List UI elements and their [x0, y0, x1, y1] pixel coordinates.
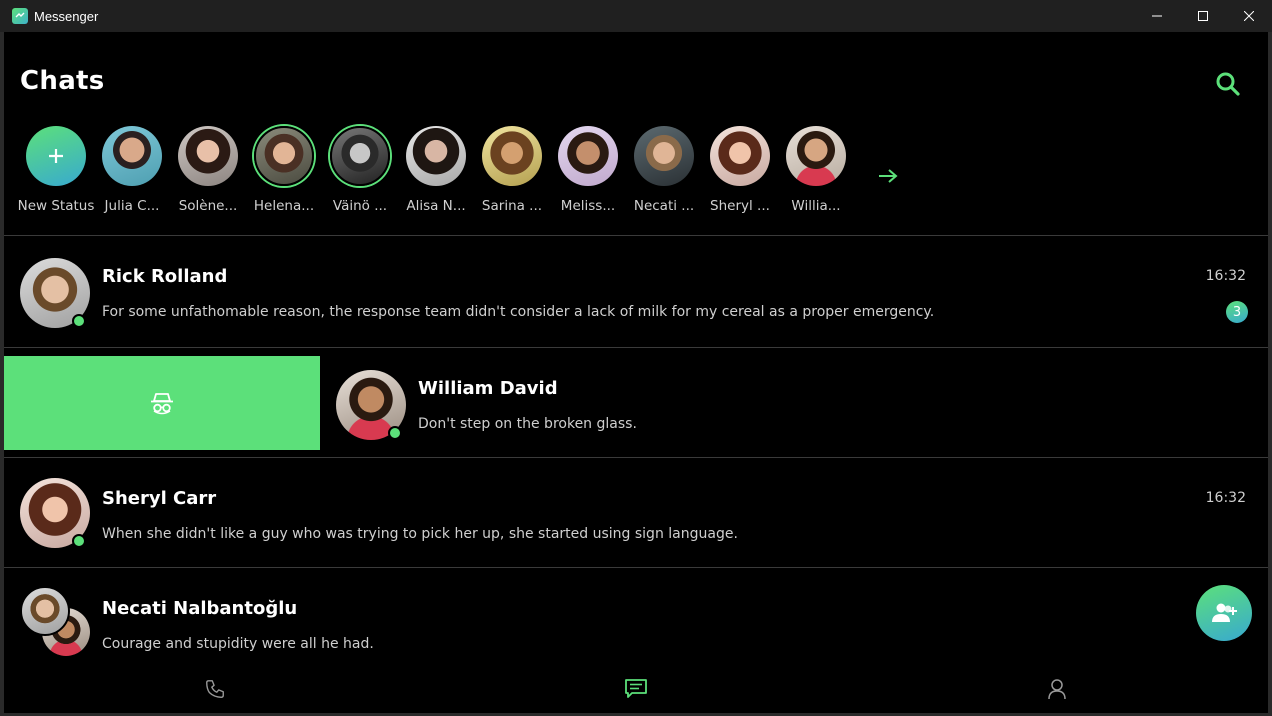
chat-row-necati-nalbantoglu[interactable]: Necati Nalbantoğlu Courage and stupidity… [4, 568, 1268, 678]
arrow-right-icon [879, 169, 898, 183]
search-icon [1216, 72, 1240, 96]
story-new-status[interactable]: New Status [18, 126, 94, 214]
nav-calls-button[interactable] [201, 675, 229, 703]
chat-row-sheryl-carr[interactable]: Sheryl Carr When she didn't like a guy w… [4, 458, 1268, 568]
story-name: Alisa N... [406, 198, 466, 214]
chat-row-william-david[interactable]: William David Don't step on the broken g… [4, 348, 1268, 458]
messenger-app-icon [12, 8, 28, 24]
chat-message-preview: When she didn't like a guy who was tryin… [102, 526, 738, 542]
chat-name: Necati Nalbantoğlu [102, 598, 298, 619]
avatar [178, 126, 238, 186]
avatar [634, 126, 694, 186]
online-indicator [388, 426, 402, 440]
chat-time: 16:32 [1205, 268, 1246, 284]
maximize-icon [1198, 11, 1208, 21]
minimize-icon [1152, 15, 1162, 17]
title-bar: Messenger [0, 0, 1272, 32]
chat-name: Rick Rolland [102, 266, 228, 287]
avatar [102, 126, 162, 186]
window-frame-right [1268, 32, 1272, 716]
story-item[interactable]: Helena... [246, 126, 322, 214]
minimize-button[interactable] [1134, 0, 1180, 32]
group-avatar-primary [20, 586, 70, 636]
story-name: Helena... [253, 198, 315, 214]
chat-row-rick-rolland[interactable]: Rick Rolland For some unfathomable reaso… [4, 236, 1268, 346]
story-item[interactable]: Willia... [778, 126, 854, 214]
chat-icon [625, 679, 647, 698]
avatar [254, 126, 314, 186]
story-name: Julia C... [104, 198, 160, 214]
profile-icon [1048, 679, 1066, 700]
phone-icon [206, 680, 224, 698]
story-item[interactable]: Sheryl ... [702, 126, 778, 214]
chats-page: Chats New Status Julia C... Solène... He… [4, 32, 1268, 713]
status-stories-row: New Status Julia C... Solène... Helena..… [18, 126, 854, 214]
avatar [710, 126, 770, 186]
bottom-navigation [4, 665, 1268, 713]
swipe-incognito-action-button[interactable] [4, 356, 320, 450]
story-item[interactable]: Necati ... [626, 126, 702, 214]
story-item[interactable]: Alisa N... [398, 126, 474, 214]
nav-chats-button[interactable] [622, 675, 650, 703]
add-contact-icon [1212, 603, 1237, 622]
avatar [786, 126, 846, 186]
story-item[interactable]: Sarina ... [474, 126, 550, 214]
search-button[interactable] [1212, 68, 1244, 100]
story-item[interactable]: Väinö ... [322, 126, 398, 214]
avatar [482, 126, 542, 186]
nav-profile-button[interactable] [1043, 675, 1071, 703]
page-title: Chats [20, 66, 105, 96]
chat-message-preview: For some unfathomable reason, the respon… [102, 304, 935, 320]
chat-time: 16:32 [1205, 490, 1246, 506]
story-name: New Status [17, 198, 95, 214]
close-icon [1244, 11, 1254, 21]
maximize-button[interactable] [1180, 0, 1226, 32]
chat-name: Sheryl Carr [102, 488, 217, 509]
story-name: Solène... [178, 198, 238, 214]
close-button[interactable] [1226, 0, 1272, 32]
incognito-icon [151, 393, 173, 415]
plus-icon [49, 149, 63, 163]
window-title: Messenger [34, 8, 99, 24]
unread-count-badge: 3 [1226, 301, 1248, 323]
story-item[interactable]: Solène... [170, 126, 246, 214]
chat-message-preview: Don't step on the broken glass. [418, 416, 637, 432]
story-item[interactable]: Julia C... [94, 126, 170, 214]
online-indicator [72, 314, 86, 328]
story-name: Sarina ... [481, 198, 543, 214]
chat-message-preview: Courage and stupidity were all he had. [102, 636, 374, 652]
chat-name: William David [418, 378, 558, 399]
new-status-button[interactable] [26, 126, 86, 186]
stories-next-button[interactable] [876, 164, 900, 188]
story-name: Sheryl ... [710, 198, 770, 214]
story-item[interactable]: Meliss... [550, 126, 626, 214]
avatar [558, 126, 618, 186]
story-name: Meliss... [560, 198, 616, 214]
online-indicator [72, 534, 86, 548]
avatar [406, 126, 466, 186]
avatar [330, 126, 390, 186]
story-name: Väinö ... [332, 198, 388, 214]
add-contact-button[interactable] [1196, 585, 1252, 641]
story-name: Necati ... [633, 198, 695, 214]
story-name: Willia... [791, 198, 841, 214]
